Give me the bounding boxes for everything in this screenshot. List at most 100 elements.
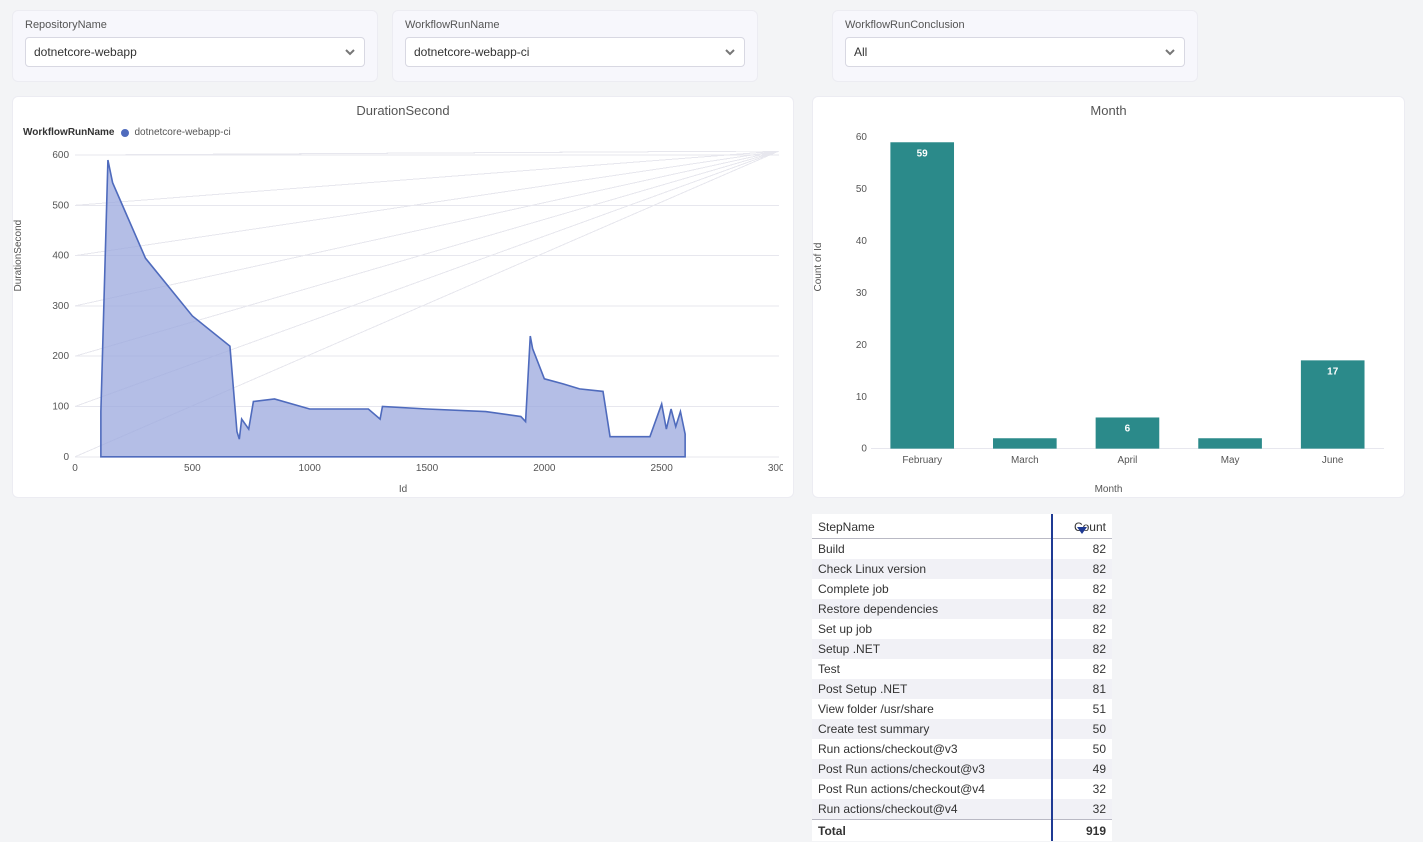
steps-header-count[interactable]: Count bbox=[1052, 514, 1112, 539]
duration-chart-plot-area: 0100200300400500600050010001500200025003… bbox=[51, 151, 783, 475]
table-row[interactable]: Build82 bbox=[812, 539, 1112, 560]
step-count-cell: 49 bbox=[1052, 759, 1112, 779]
svg-text:0: 0 bbox=[861, 444, 867, 455]
filter-repository-label: RepositoryName bbox=[25, 19, 365, 31]
step-count-cell: 82 bbox=[1052, 599, 1112, 619]
step-name-cell: Check Linux version bbox=[812, 559, 1052, 579]
step-name-cell: Post Run actions/checkout@v3 bbox=[812, 759, 1052, 779]
filter-repository: RepositoryName dotnetcore-webapp bbox=[12, 10, 378, 82]
table-row[interactable]: Post Run actions/checkout@v432 bbox=[812, 779, 1112, 799]
svg-text:400: 400 bbox=[52, 251, 69, 262]
step-count-cell: 50 bbox=[1052, 739, 1112, 759]
filter-row: RepositoryName dotnetcore-webapp Workflo… bbox=[0, 0, 1423, 82]
month-chart-ylabel: Count of Id bbox=[813, 243, 824, 292]
table-row[interactable]: Post Setup .NET81 bbox=[812, 679, 1112, 699]
filter-conclusion-label: WorkflowRunConclusion bbox=[845, 19, 1185, 31]
svg-text:0: 0 bbox=[63, 452, 69, 463]
step-name-cell: Run actions/checkout@v3 bbox=[812, 739, 1052, 759]
table-row[interactable]: Run actions/checkout@v350 bbox=[812, 739, 1112, 759]
svg-text:59: 59 bbox=[917, 148, 928, 159]
svg-text:17: 17 bbox=[1327, 367, 1338, 378]
chevron-down-icon bbox=[724, 46, 736, 58]
table-row[interactable]: Create test summary50 bbox=[812, 719, 1112, 739]
step-count-cell: 50 bbox=[1052, 719, 1112, 739]
chevron-down-icon bbox=[1164, 46, 1176, 58]
duration-chart-svg: 0100200300400500600050010001500200025003… bbox=[51, 151, 783, 475]
filter-conclusion-select[interactable]: All bbox=[845, 37, 1185, 67]
duration-chart-card[interactable]: DurationSecond WorkflowRunName dotnetcor… bbox=[12, 96, 794, 498]
svg-text:6: 6 bbox=[1125, 424, 1131, 435]
step-count-cell: 32 bbox=[1052, 799, 1112, 820]
steps-total-label: Total bbox=[812, 820, 1052, 842]
table-row[interactable]: Test82 bbox=[812, 659, 1112, 679]
month-chart-plot-area: 010203040506059FebruaryMarch6AprilMay17J… bbox=[851, 133, 1388, 469]
steps-total-value: 919 bbox=[1052, 820, 1112, 842]
svg-text:10: 10 bbox=[856, 392, 867, 403]
step-count-cell: 82 bbox=[1052, 619, 1112, 639]
filter-workflow-name-select[interactable]: dotnetcore-webapp-ci bbox=[405, 37, 745, 67]
svg-text:0: 0 bbox=[72, 463, 78, 474]
legend-color-swatch-icon bbox=[121, 129, 129, 137]
filter-conclusion: WorkflowRunConclusion All bbox=[832, 10, 1198, 82]
chevron-down-icon bbox=[344, 46, 356, 58]
step-name-cell: Create test summary bbox=[812, 719, 1052, 739]
step-count-cell: 82 bbox=[1052, 579, 1112, 599]
svg-text:50: 50 bbox=[856, 184, 867, 195]
steps-header-name[interactable]: StepName bbox=[812, 514, 1052, 539]
svg-text:40: 40 bbox=[856, 236, 867, 247]
duration-chart-xlabel: Id bbox=[399, 484, 407, 495]
svg-text:100: 100 bbox=[52, 401, 69, 412]
table-row[interactable]: Run actions/checkout@v432 bbox=[812, 799, 1112, 820]
table-row[interactable]: Setup .NET82 bbox=[812, 639, 1112, 659]
step-name-cell: Test bbox=[812, 659, 1052, 679]
svg-text:3000: 3000 bbox=[768, 463, 783, 474]
svg-text:60: 60 bbox=[856, 133, 867, 143]
month-chart-card[interactable]: Month Count of Id Month 010203040506059F… bbox=[812, 96, 1405, 498]
step-count-cell: 51 bbox=[1052, 699, 1112, 719]
step-name-cell: Complete job bbox=[812, 579, 1052, 599]
table-row[interactable]: Set up job82 bbox=[812, 619, 1112, 639]
legend-field-label: WorkflowRunName bbox=[23, 127, 115, 138]
duration-chart-title: DurationSecond bbox=[13, 97, 793, 118]
step-name-cell: Run actions/checkout@v4 bbox=[812, 799, 1052, 820]
svg-text:2500: 2500 bbox=[651, 463, 674, 474]
svg-text:March: March bbox=[1011, 455, 1039, 466]
filter-conclusion-value: All bbox=[854, 45, 867, 59]
svg-text:May: May bbox=[1221, 455, 1240, 466]
table-row[interactable]: View folder /usr/share51 bbox=[812, 699, 1112, 719]
svg-text:30: 30 bbox=[856, 288, 867, 299]
table-row[interactable]: Complete job82 bbox=[812, 579, 1112, 599]
duration-chart-legend: WorkflowRunName dotnetcore-webapp-ci bbox=[23, 127, 231, 138]
steps-table[interactable]: StepName Count Build82Check Linux versio… bbox=[812, 514, 1112, 841]
svg-text:20: 20 bbox=[856, 340, 867, 351]
step-count-cell: 32 bbox=[1052, 779, 1112, 799]
sort-descending-icon bbox=[1077, 523, 1087, 537]
step-count-cell: 82 bbox=[1052, 659, 1112, 679]
table-row[interactable]: Post Run actions/checkout@v349 bbox=[812, 759, 1112, 779]
svg-text:500: 500 bbox=[52, 200, 69, 211]
filter-repository-value: dotnetcore-webapp bbox=[34, 45, 137, 59]
step-count-cell: 82 bbox=[1052, 539, 1112, 560]
steps-table-card: StepName Count Build82Check Linux versio… bbox=[812, 514, 1120, 841]
step-count-cell: 81 bbox=[1052, 679, 1112, 699]
step-name-cell: Setup .NET bbox=[812, 639, 1052, 659]
filter-repository-select[interactable]: dotnetcore-webapp bbox=[25, 37, 365, 67]
svg-text:200: 200 bbox=[52, 351, 69, 362]
step-name-cell: Set up job bbox=[812, 619, 1052, 639]
step-count-cell: 82 bbox=[1052, 639, 1112, 659]
table-row[interactable]: Restore dependencies82 bbox=[812, 599, 1112, 619]
month-chart-svg: 010203040506059FebruaryMarch6AprilMay17J… bbox=[851, 133, 1388, 469]
table-row[interactable]: Check Linux version82 bbox=[812, 559, 1112, 579]
svg-text:300: 300 bbox=[52, 301, 69, 312]
step-name-cell: Build bbox=[812, 539, 1052, 560]
filter-workflow-name: WorkflowRunName dotnetcore-webapp-ci bbox=[392, 10, 758, 82]
svg-text:April: April bbox=[1118, 455, 1138, 466]
month-chart-title: Month bbox=[813, 97, 1404, 118]
svg-text:June: June bbox=[1322, 455, 1344, 466]
step-name-cell: Post Run actions/checkout@v4 bbox=[812, 779, 1052, 799]
svg-text:500: 500 bbox=[184, 463, 201, 474]
filter-workflow-name-label: WorkflowRunName bbox=[405, 19, 745, 31]
legend-series-label: dotnetcore-webapp-ci bbox=[135, 127, 231, 138]
step-name-cell: Restore dependencies bbox=[812, 599, 1052, 619]
svg-text:1000: 1000 bbox=[299, 463, 322, 474]
